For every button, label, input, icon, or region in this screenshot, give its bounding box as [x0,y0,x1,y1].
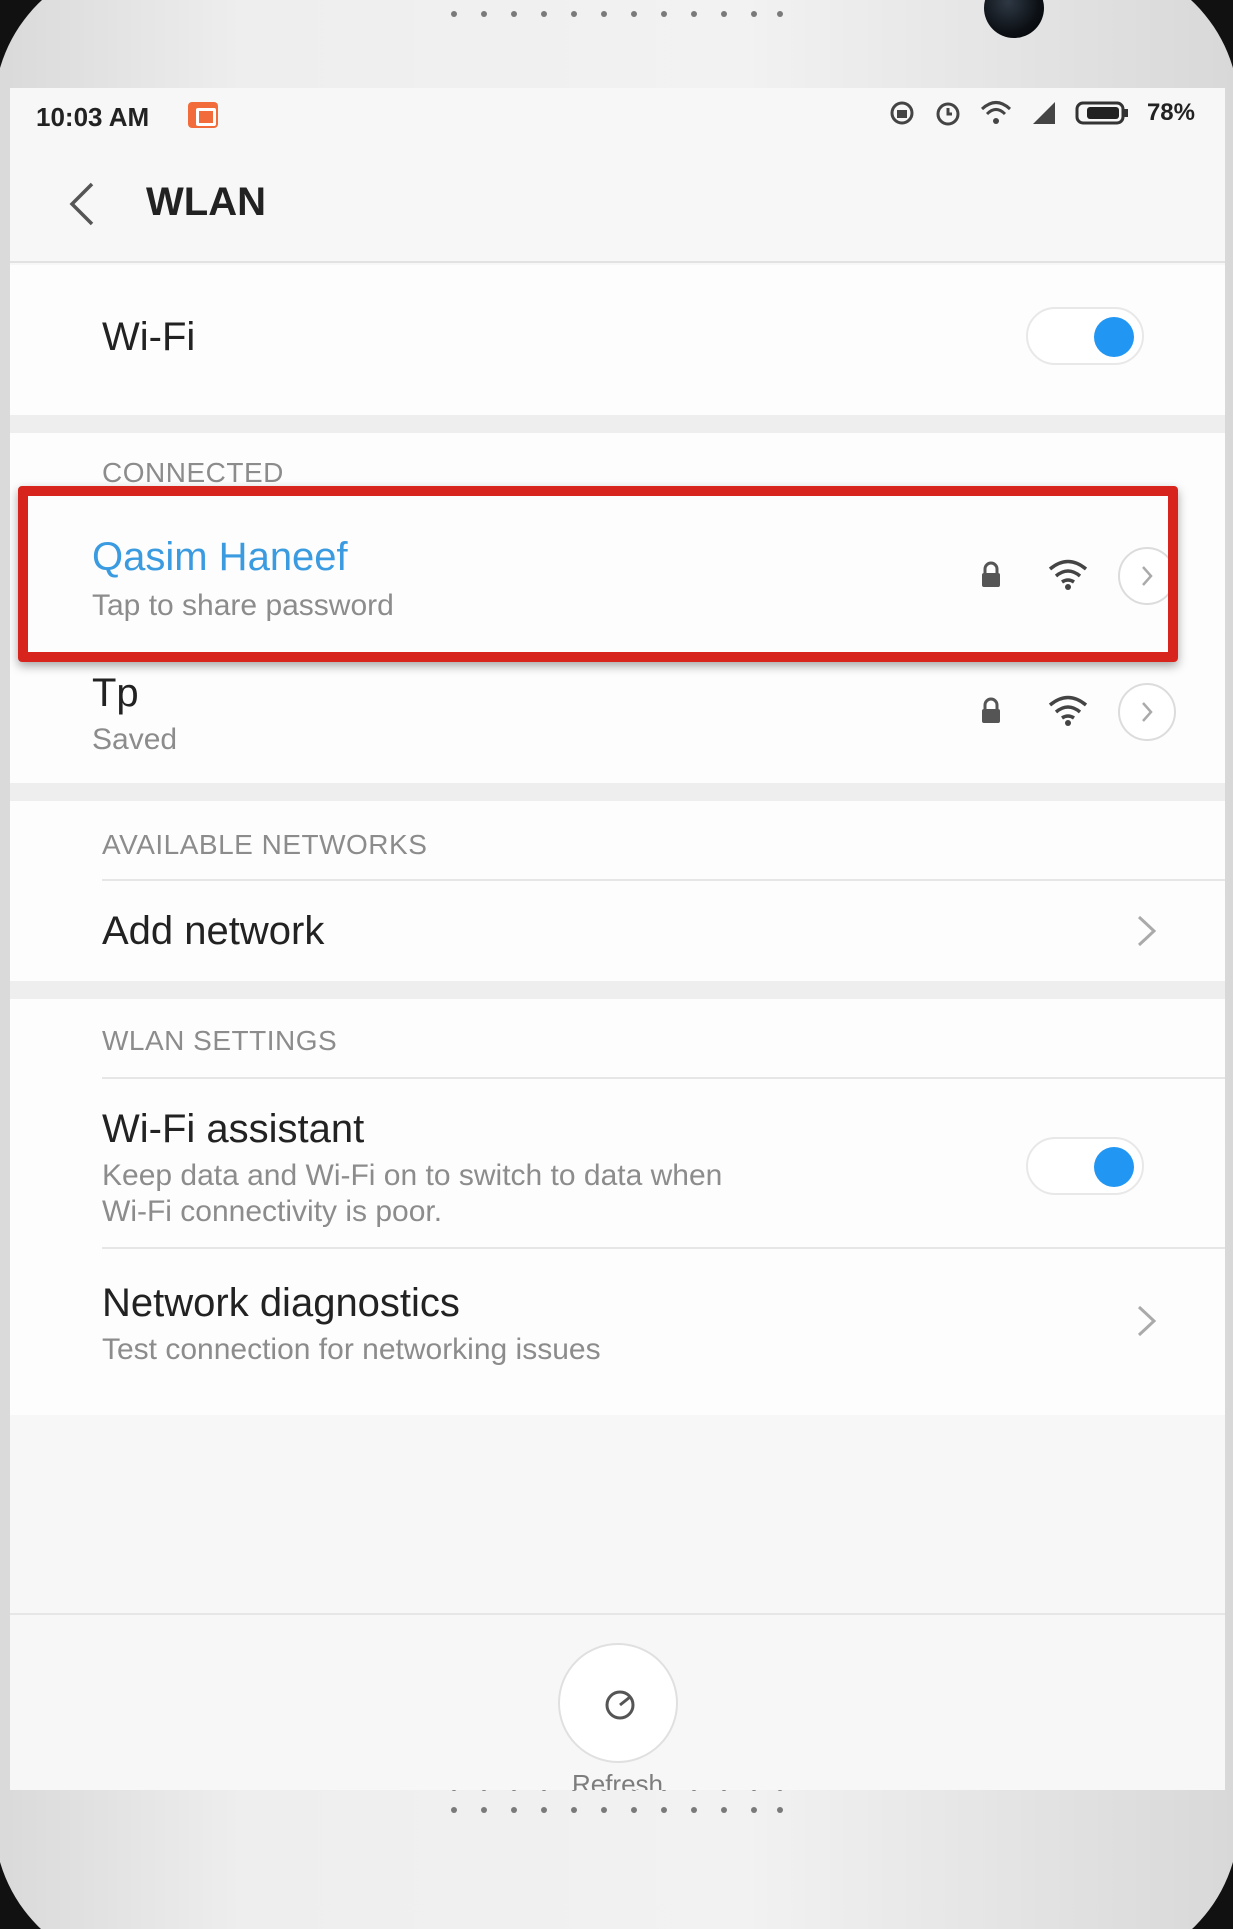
wifi-assistant-desc-line2: Wi-Fi connectivity is poor. [102,1195,443,1228]
title-bar: WLAN [10,148,1225,263]
network-diagnostics-row[interactable]: Network diagnostics Test connection for … [10,1249,1225,1389]
lock-icon [982,697,1000,723]
refresh-icon [605,1690,635,1720]
wifi-assistant-row[interactable]: Wi-Fi assistant Keep data and Wi-Fi on t… [10,1079,1225,1245]
back-arrow-icon[interactable] [62,176,102,232]
section-gap [10,415,1225,433]
status-bar: 10:03 AM 78% [10,88,1225,148]
status-icons: 78% [887,98,1195,128]
add-network-row[interactable]: Add network [10,881,1225,981]
wifi-assistant-toggle[interactable] [1026,1137,1144,1195]
refresh-label: Refresh [571,1769,664,1790]
battery-icon [1075,101,1128,125]
top-speaker-grille [451,11,783,17]
page-title: WLAN [146,180,266,224]
network-row-tp[interactable]: Tp Saved [10,661,1225,781]
battery-percent: 78% [1146,99,1195,126]
available-section-label: AVAILABLE NETWORKS [102,829,428,860]
section-gap [10,981,1225,999]
wifi-toggle-row[interactable]: Wi-Fi [10,265,1225,415]
chevron-right-icon [1137,915,1157,947]
network-diagnostics-desc: Test connection for networking issues [102,1333,601,1366]
front-camera [984,0,1044,38]
available-networks-section: AVAILABLE NETWORKS Add network [10,801,1225,981]
wlan-settings-section-label: WLAN SETTINGS [102,1025,338,1056]
alarm-clock-icon [936,102,960,126]
wifi-assistant-desc-line1: Keep data and Wi-Fi on to switch to data… [102,1159,723,1192]
highlight-annotation-box [18,486,1178,662]
section-gap [10,783,1225,801]
add-network-label: Add network [102,909,325,953]
wifi-toggle[interactable] [1026,307,1144,365]
network-status: Saved [92,723,178,756]
wifi-label: Wi-Fi [102,315,196,359]
footer-divider [10,1613,1225,1615]
network-diagnostics-title: Network diagnostics [102,1281,460,1325]
chevron-right-icon [1137,1305,1157,1337]
connected-section-label: CONNECTED [102,457,284,488]
wifi-status-icon [980,101,1011,124]
chevron-right-icon [1142,702,1153,722]
network-details-button[interactable] [1118,683,1176,741]
rotation-lock-icon [890,101,914,125]
wlan-settings-section: WLAN SETTINGS Wi-Fi assistant Keep data … [10,999,1225,1415]
network-name: Tp [92,671,139,715]
signal-strength-icon [1032,102,1055,124]
wifi-assistant-title: Wi-Fi assistant [102,1107,365,1151]
status-time: 10:03 AM [36,102,150,132]
refresh-button[interactable] [558,1643,678,1763]
notification-app-icon [188,102,218,128]
wifi-signal-icon [1048,695,1088,726]
phone-screen: 10:03 AM 78% WLAN Wi-Fi CONNECTED Qasim … [10,88,1225,1790]
